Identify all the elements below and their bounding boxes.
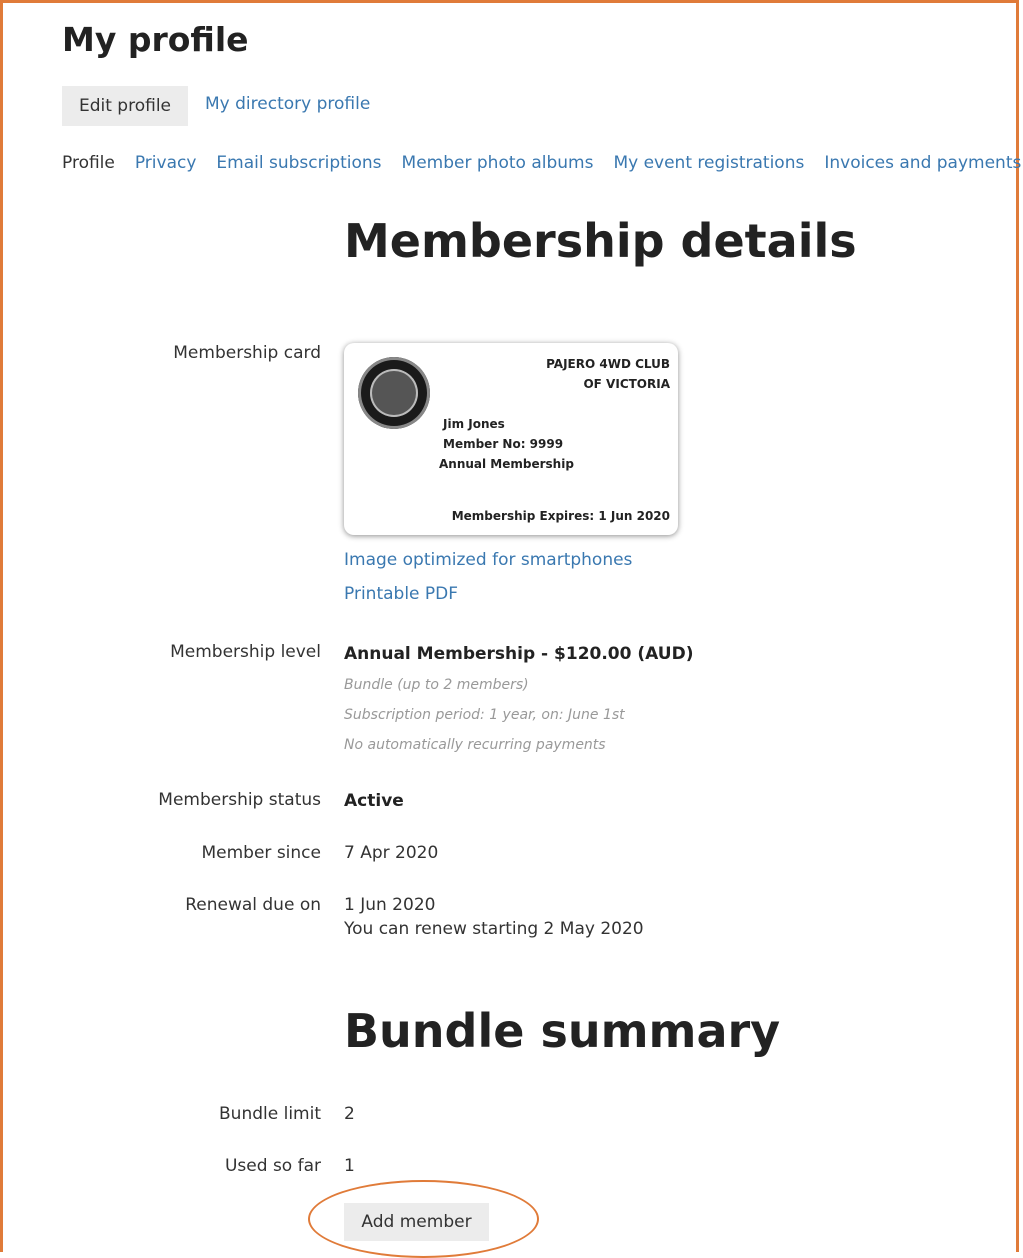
page-title: My profile <box>62 20 249 59</box>
tab-edit-profile[interactable]: Edit profile <box>62 86 188 126</box>
level-note-bundle: Bundle (up to 2 members) <box>344 677 529 693</box>
membership-status-value: Active <box>344 791 404 811</box>
card-club-line1: PAJERO 4WD CLUB <box>546 357 670 371</box>
member-since-label: Member since <box>201 843 322 863</box>
membership-status-label: Membership status <box>158 790 321 810</box>
profile-subnav: Profile Privacy Email subscriptions Memb… <box>62 153 1023 173</box>
subnav-invoices[interactable]: Invoices and payments <box>824 153 1021 173</box>
card-expires: Membership Expires: 1 Jun 2020 <box>451 509 670 523</box>
renewal-value: 1 Jun 2020 <box>344 895 436 915</box>
card-club-line2: OF VICTORIA <box>583 377 670 391</box>
member-since-value: 7 Apr 2020 <box>344 843 439 863</box>
level-note-period: Subscription period: 1 year, on: June 1s… <box>344 707 625 723</box>
bundle-heading: Bundle summary <box>344 1004 781 1058</box>
bundle-limit-value: 2 <box>344 1104 355 1124</box>
renewal-note: You can renew starting 2 May 2020 <box>344 919 644 939</box>
membership-heading: Membership details <box>344 214 857 268</box>
used-so-far-value: 1 <box>344 1156 355 1176</box>
bundle-limit-label: Bundle limit <box>219 1104 321 1124</box>
highlight-annotation <box>308 1180 539 1258</box>
membership-card: PAJERO 4WD CLUB OF VICTORIA Jim Jones Me… <box>344 343 678 535</box>
card-member-name: Jim Jones <box>443 417 505 431</box>
membership-card-label: Membership card <box>173 343 321 363</box>
image-smartphone-link[interactable]: Image optimized for smartphones <box>344 550 632 570</box>
subnav-privacy[interactable]: Privacy <box>135 153 197 173</box>
card-member-no: Member No: 9999 <box>443 437 564 451</box>
tab-directory-profile[interactable]: My directory profile <box>205 94 370 114</box>
membership-level-label: Membership level <box>170 642 321 662</box>
card-level: Annual Membership <box>439 457 574 471</box>
level-note-recurring: No automatically recurring payments <box>344 737 606 753</box>
renewal-label: Renewal due on <box>185 895 321 915</box>
subnav-profile[interactable]: Profile <box>62 153 115 173</box>
page-frame <box>0 0 1019 1252</box>
used-so-far-label: Used so far <box>224 1156 321 1176</box>
subnav-event-registrations[interactable]: My event registrations <box>613 153 804 173</box>
club-logo-icon <box>358 357 430 429</box>
subnav-photo-albums[interactable]: Member photo albums <box>402 153 594 173</box>
subnav-email-subscriptions[interactable]: Email subscriptions <box>216 153 381 173</box>
membership-level-value: Annual Membership - $120.00 (AUD) <box>344 644 694 664</box>
printable-pdf-link[interactable]: Printable PDF <box>344 584 458 604</box>
